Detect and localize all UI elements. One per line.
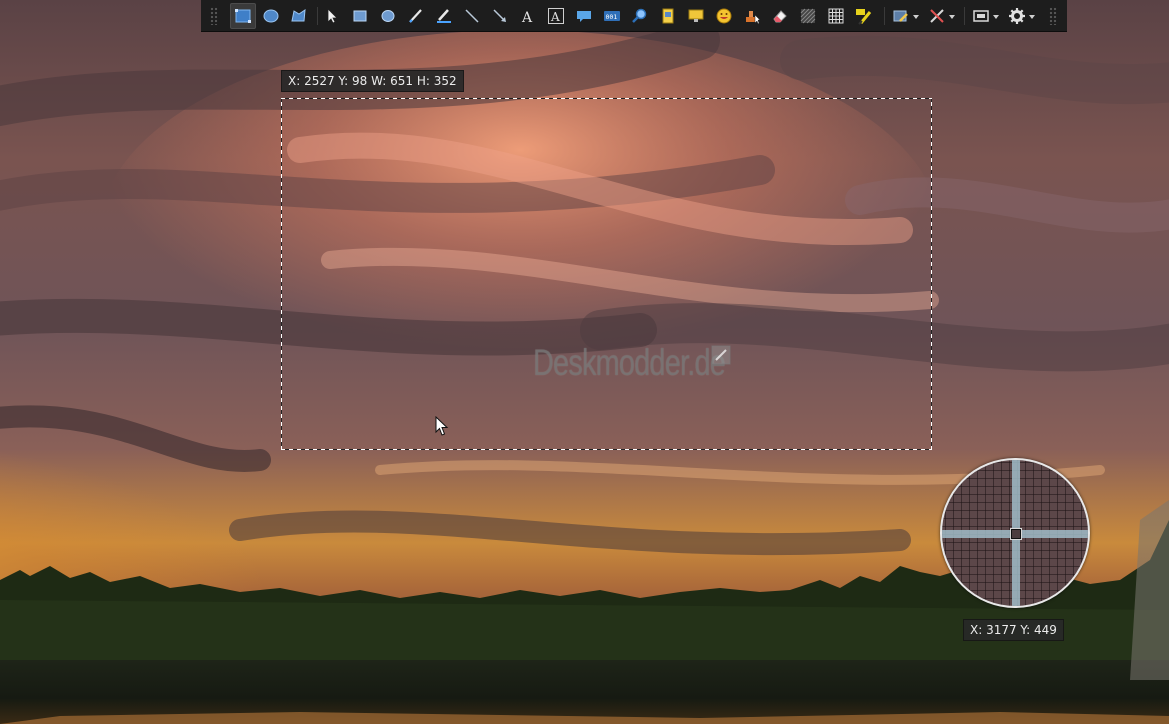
watermark: Deskmodder.de xyxy=(533,342,763,383)
magic-marker-icon xyxy=(856,9,872,25)
sticker-tool[interactable] xyxy=(711,3,737,29)
pointer-icon xyxy=(327,8,338,24)
stamp-cursor-icon xyxy=(746,11,761,25)
text-icon: A xyxy=(521,10,533,25)
ellipse-tool[interactable] xyxy=(375,3,401,29)
arrow-icon xyxy=(493,9,506,22)
cursor-coordinates-readout: X: 3177 Y: 449 xyxy=(963,619,1064,641)
toolbar-separator xyxy=(317,7,318,25)
text-box-icon: A xyxy=(548,8,564,24)
counter-icon: 001 xyxy=(604,11,620,21)
select-tool[interactable] xyxy=(319,3,345,29)
rectangle-tool[interactable] xyxy=(347,3,373,29)
smart-eraser-tool[interactable] xyxy=(851,3,877,29)
grid-icon xyxy=(828,8,844,24)
capture-toolbar: A A 001 xyxy=(201,0,1067,32)
magnifier-loupe xyxy=(940,458,1090,608)
speech-balloon-icon xyxy=(577,11,591,22)
ellipse-region-icon xyxy=(263,9,279,23)
capture-icon xyxy=(973,10,989,22)
cursor-tool[interactable] xyxy=(739,3,765,29)
svg-text:A: A xyxy=(550,10,560,24)
svg-text:A: A xyxy=(521,10,533,25)
freehand-region-icon xyxy=(291,9,306,22)
freehand-region-tool[interactable] xyxy=(286,3,312,29)
svg-text:001: 001 xyxy=(606,13,618,21)
tools-menu-button[interactable] xyxy=(925,3,959,29)
smiley-icon xyxy=(716,8,732,24)
settings-menu-button[interactable] xyxy=(1005,3,1039,29)
capture-selection-region[interactable] xyxy=(281,98,932,450)
line-icon xyxy=(465,9,479,23)
eraser-icon xyxy=(773,10,787,23)
ellipse-region-tool[interactable] xyxy=(258,3,284,29)
rectangle-region-icon xyxy=(235,9,251,23)
pen-tool[interactable] xyxy=(403,3,429,29)
toolbar-grip-left[interactable] xyxy=(210,7,218,25)
blur-hatch-icon xyxy=(800,8,816,24)
edit-picture-icon xyxy=(893,10,908,22)
magnify-tool[interactable] xyxy=(627,3,653,29)
tools-icon xyxy=(930,9,944,23)
toolbar-separator xyxy=(964,7,965,25)
edit-menu-button[interactable] xyxy=(889,3,923,29)
blur-tool[interactable] xyxy=(795,3,821,29)
image-file-icon xyxy=(662,8,674,24)
toolbar-grip-right[interactable] xyxy=(1049,7,1057,25)
mouse-cursor-icon xyxy=(435,416,449,436)
screen-icon xyxy=(688,9,704,22)
image-screen-tool[interactable] xyxy=(683,3,709,29)
pen-icon xyxy=(409,9,422,23)
magnify-icon xyxy=(632,8,647,23)
line-tool[interactable] xyxy=(459,3,485,29)
watermark-edit-icon xyxy=(711,345,731,365)
pixelate-tool[interactable] xyxy=(823,3,849,29)
image-file-tool[interactable] xyxy=(655,3,681,29)
speech-balloon-tool[interactable] xyxy=(571,3,597,29)
gear-icon xyxy=(1009,8,1025,24)
highlighter-icon xyxy=(437,9,451,23)
toolbar-separator xyxy=(884,7,885,25)
arrow-tool[interactable] xyxy=(487,3,513,29)
highlighter-tool[interactable] xyxy=(431,3,457,29)
text-outline-tool[interactable]: A xyxy=(543,3,569,29)
rectangle-region-tool[interactable] xyxy=(230,3,256,29)
magnifier-center-pixel xyxy=(1010,528,1022,540)
text-tool[interactable]: A xyxy=(515,3,541,29)
step-counter-tool[interactable]: 001 xyxy=(599,3,625,29)
eraser-tool[interactable] xyxy=(767,3,793,29)
ellipse-icon xyxy=(381,10,395,22)
selection-coordinates-readout: X: 2527 Y: 98 W: 651 H: 352 xyxy=(281,70,464,92)
watermark-text: Deskmodder.de xyxy=(533,342,726,383)
capture-menu-button[interactable] xyxy=(969,3,1003,29)
rectangle-icon xyxy=(353,10,367,22)
